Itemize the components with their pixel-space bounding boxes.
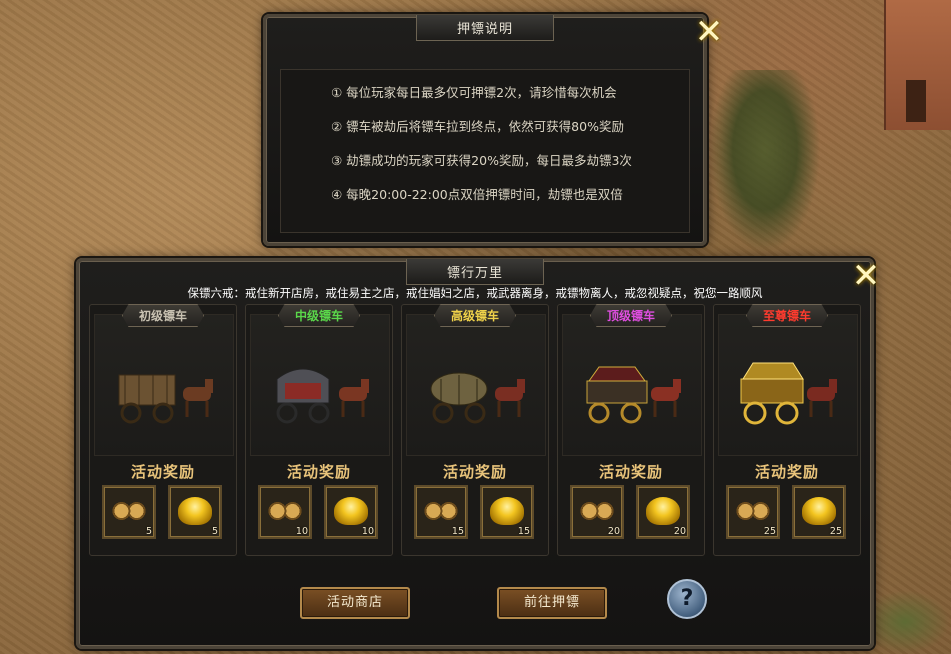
cart-icon xyxy=(118,374,213,424)
coin-reward-slot[interactable]: 15 xyxy=(414,485,468,539)
gold-ingot-icon xyxy=(646,497,680,525)
info-panel-title: 押镖说明 xyxy=(415,15,555,41)
palm-tree xyxy=(700,70,830,270)
rule-2: ② 镖车被劫后将镖车拉到终点，依然可获得80%奖励 xyxy=(331,119,624,134)
ingot-qty: 20 xyxy=(673,526,686,537)
cart-icon xyxy=(740,362,837,425)
go-escort-button[interactable]: 前往押镖 xyxy=(497,587,607,619)
rule-1: ① 每位玩家每日最多仅可押镖2次，请珍惜每次机会 xyxy=(331,85,617,100)
cart-icon xyxy=(430,372,525,424)
help-icon[interactable]: ? xyxy=(667,579,707,619)
cart-tier-label: 至尊镖车 xyxy=(745,304,829,327)
cart-card-beginner[interactable]: 初级镖车 活动奖励 5 5 xyxy=(89,304,237,556)
gold-ingot-icon xyxy=(334,497,368,525)
building-door xyxy=(906,80,926,122)
coin-qty: 10 xyxy=(295,526,308,537)
escort-panel-title: 镖行万里 xyxy=(405,259,545,285)
building xyxy=(884,0,951,130)
event-shop-button[interactable]: 活动商店 xyxy=(300,587,410,619)
cart-card-top[interactable]: 顶级镖车 活动奖励 20 20 xyxy=(557,304,705,556)
cart-tier-label: 中级镖车 xyxy=(277,304,361,327)
coin-reward-slot[interactable]: 25 xyxy=(726,485,780,539)
cart-tier-label: 初级镖车 xyxy=(121,304,205,327)
gold-ingot-icon xyxy=(178,497,212,525)
cart-image xyxy=(562,314,702,456)
reward-label: 活动奖励 xyxy=(598,463,663,481)
reward-label: 活动奖励 xyxy=(442,463,507,481)
cart-image xyxy=(406,314,546,456)
ingot-qty: 10 xyxy=(361,526,374,537)
coin-qty: 25 xyxy=(763,526,776,537)
coin-qty: 20 xyxy=(607,526,620,537)
coin-reward-slot[interactable]: 10 xyxy=(258,485,312,539)
cart-icon xyxy=(586,366,681,424)
coin-qty: 15 xyxy=(451,526,464,537)
ingot-qty: 15 xyxy=(517,526,530,537)
cart-card-intermediate[interactable]: 中级镖车 活动奖励 10 10 xyxy=(245,304,393,556)
cart-image xyxy=(250,314,390,456)
cart-list: 初级镖车 活动奖励 5 5 中级镖车 活动奖励 10 10 高级镖车 活动奖励 … xyxy=(89,304,861,557)
cart-image xyxy=(718,314,858,456)
ingot-qty: 5 xyxy=(211,526,218,537)
reward-label: 活动奖励 xyxy=(286,463,351,481)
ingot-reward-slot[interactable]: 10 xyxy=(324,485,378,539)
close-icon[interactable]: ✕ xyxy=(692,15,726,49)
cart-card-advanced[interactable]: 高级镖车 活动奖励 15 15 xyxy=(401,304,549,556)
ingot-qty: 25 xyxy=(829,526,842,537)
ingot-reward-slot[interactable]: 15 xyxy=(480,485,534,539)
coin-icon xyxy=(422,499,460,523)
ingot-reward-slot[interactable]: 20 xyxy=(636,485,690,539)
escort-tip: 保镖六戒：戒住新开店房，戒住易主之店，戒住娼妇之店，戒武器离身，戒镖物离人，戒忽… xyxy=(187,286,763,300)
cart-tier-label: 顶级镖车 xyxy=(589,304,673,327)
coin-reward-slot[interactable]: 5 xyxy=(102,485,156,539)
cart-tier-label: 高级镖车 xyxy=(433,304,517,327)
ingot-reward-slot[interactable]: 25 xyxy=(792,485,846,539)
cart-card-supreme[interactable]: 至尊镖车 活动奖励 25 25 xyxy=(713,304,861,556)
coin-reward-slot[interactable]: 20 xyxy=(570,485,624,539)
rules-box: ① 每位玩家每日最多仅可押镖2次，请珍惜每次机会 ② 镖车被劫后将镖车拉到终点，… xyxy=(280,69,690,233)
gold-ingot-icon xyxy=(490,497,524,525)
ingot-reward-slot[interactable]: 5 xyxy=(168,485,222,539)
cart-icon xyxy=(276,368,369,424)
coin-qty: 5 xyxy=(145,526,152,537)
rule-3: ③ 劫镖成功的玩家可获得20%奖励，每日最多劫镖3次 xyxy=(331,153,632,168)
rule-4: ④ 每晚20:00-22:00点双倍押镖时间，劫镖也是双倍 xyxy=(331,187,623,202)
coin-icon xyxy=(266,499,304,523)
coin-icon xyxy=(734,499,772,523)
escort-rules-panel: 押镖说明 ✕ ① 每位玩家每日最多仅可押镖2次，请珍惜每次机会 ② 镖车被劫后将… xyxy=(263,14,723,246)
coin-icon xyxy=(110,499,148,523)
reward-label: 活动奖励 xyxy=(130,463,195,481)
escort-panel: 镖行万里 ✕ 保镖六戒：戒住新开店房，戒住易主之店，戒住娼妇之店，戒武器离身，戒… xyxy=(76,258,880,649)
cart-image xyxy=(94,314,234,456)
coin-icon xyxy=(578,499,616,523)
reward-label: 活动奖励 xyxy=(754,463,819,481)
gold-ingot-icon xyxy=(802,497,836,525)
